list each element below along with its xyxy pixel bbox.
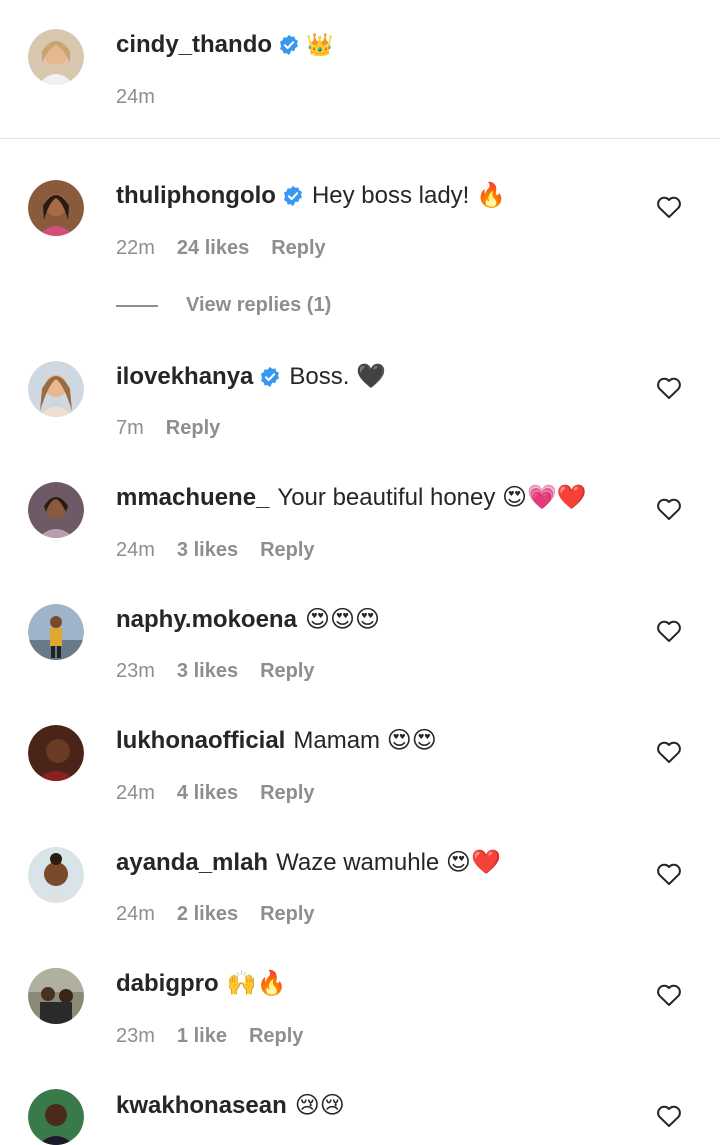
caption-time: 24m <box>116 86 155 108</box>
comment-username[interactable]: mmachuene_ <box>116 483 269 513</box>
reply-button[interactable]: Reply <box>260 659 314 683</box>
comment-meta: 7m Reply <box>116 416 220 440</box>
comment-text: Waze wamuhle 😍❤️ <box>276 849 501 876</box>
comment-username[interactable]: ilovekhanya <box>116 362 253 392</box>
avatar[interactable] <box>28 1089 84 1145</box>
reply-button[interactable]: Reply <box>260 902 314 926</box>
avatar[interactable] <box>28 725 84 781</box>
comment-text: Mamam 😍😍 <box>293 727 437 754</box>
caption-username[interactable]: cindy_thando <box>116 30 272 60</box>
comment-time: 23m <box>116 660 155 682</box>
post-caption: cindy_thando 👑 24m <box>0 0 720 139</box>
comment-likes[interactable]: 4 likes <box>177 781 238 805</box>
comment-meta: 22m 24 likes Reply <box>116 236 326 260</box>
heart-outline-icon[interactable] <box>656 619 682 643</box>
comment-header: naphy.mokoena 😍😍😍 <box>116 605 380 635</box>
comment-likes[interactable]: 1 like <box>177 1024 227 1048</box>
heart-outline-icon[interactable] <box>656 195 682 219</box>
comment-time: 24m <box>116 903 155 925</box>
avatar[interactable] <box>28 482 84 538</box>
heart-outline-icon[interactable] <box>656 862 682 886</box>
comment-header: lukhonaofficial Mamam 😍😍 <box>116 726 437 756</box>
comment-text: 😢😢 <box>294 1092 345 1119</box>
avatar[interactable] <box>28 29 84 85</box>
verified-badge-icon <box>259 366 281 388</box>
comment-time: 23m <box>116 1025 155 1047</box>
comment-time: 24m <box>116 539 155 561</box>
reply-button[interactable]: Reply <box>260 781 314 805</box>
reply-button[interactable]: Reply <box>249 1024 303 1048</box>
comment-header: ayanda_mlah Waze wamuhle 😍❤️ <box>116 848 501 878</box>
crown-emoji: 👑 <box>306 32 334 57</box>
comment-username[interactable]: naphy.mokoena <box>116 605 297 635</box>
comment-likes[interactable]: 3 likes <box>177 538 238 562</box>
comment-username[interactable]: kwakhonasean <box>116 1091 287 1121</box>
reply-button[interactable]: Reply <box>260 538 314 562</box>
avatar[interactable] <box>28 604 84 660</box>
caption-meta: 24m <box>116 85 155 109</box>
comment-text: Hey boss lady! 🔥 <box>311 182 506 209</box>
comment-likes[interactable]: 24 likes <box>177 236 249 260</box>
verified-badge-icon <box>278 34 300 56</box>
comment-meta: 23m 1 like Reply <box>116 1024 303 1048</box>
comment-meta: 24m 4 likes Reply <box>116 781 315 805</box>
comment-time: 7m <box>116 417 144 439</box>
comment-username[interactable]: lukhonaofficial <box>116 726 285 756</box>
comment-text: Your beautiful honey 😍💗❤️ <box>277 484 587 511</box>
avatar[interactable] <box>28 180 84 236</box>
heart-outline-icon[interactable] <box>656 740 682 764</box>
comment-header: thuliphongolo Hey boss lady! 🔥 <box>116 181 506 211</box>
comment-text: 🙌🔥 <box>226 970 287 997</box>
comment-header: kwakhonasean 😢😢 <box>116 1091 345 1121</box>
heart-outline-icon[interactable] <box>656 376 682 400</box>
divider-dash <box>116 304 158 307</box>
avatar[interactable] <box>28 847 84 903</box>
comment-username[interactable]: ayanda_mlah <box>116 848 268 878</box>
view-replies-label: View replies (1) <box>186 294 332 316</box>
heart-outline-icon[interactable] <box>656 983 682 1007</box>
avatar[interactable] <box>28 361 84 417</box>
comment-username[interactable]: thuliphongolo <box>116 181 276 211</box>
comment-time: 24m <box>116 782 155 804</box>
comment-meta: 24m 3 likes Reply <box>116 538 315 562</box>
comment-header: ilovekhanya Boss. 🖤 <box>116 362 386 392</box>
reply-button[interactable]: Reply <box>166 416 220 440</box>
verified-badge-icon <box>282 185 304 207</box>
comment-text: Boss. 🖤 <box>289 363 386 390</box>
comment-text: 😍😍😍 <box>304 606 380 633</box>
avatar[interactable] <box>28 968 84 1024</box>
comment-likes[interactable]: 3 likes <box>177 659 238 683</box>
heart-outline-icon[interactable] <box>656 1104 682 1128</box>
view-replies-button[interactable]: View replies (1) <box>116 294 331 317</box>
comment-likes[interactable]: 2 likes <box>177 902 238 926</box>
comment-header: dabigpro 🙌🔥 <box>116 969 286 999</box>
comment-username[interactable]: dabigpro <box>116 969 219 999</box>
heart-outline-icon[interactable] <box>656 497 682 521</box>
comment-meta: 23m 3 likes Reply <box>116 659 315 683</box>
reply-button[interactable]: Reply <box>271 236 325 260</box>
comment-header: mmachuene_ Your beautiful honey 😍💗❤️ <box>116 483 587 513</box>
comment-meta: 24m 2 likes Reply <box>116 902 315 926</box>
caption-header: cindy_thando 👑 <box>116 30 333 60</box>
comment-time: 22m <box>116 237 155 259</box>
